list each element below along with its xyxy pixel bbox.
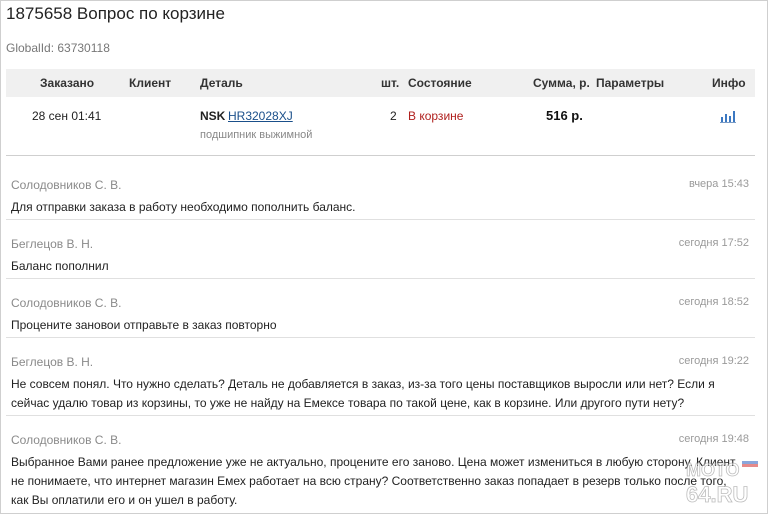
status-badge: В корзине — [408, 109, 464, 123]
col-qty: шт. — [381, 76, 400, 90]
col-info: Инфо — [712, 76, 746, 90]
message-item: Беглецов В. Н. сегодня 19:22 Не совсем п… — [6, 350, 755, 416]
message-item: Солодовников С. В. сегодня 18:52 Процени… — [6, 291, 755, 338]
message-text: Баланс пополнил — [11, 259, 109, 273]
col-part: Деталь — [200, 76, 243, 90]
message-item: Беглецов В. Н. сегодня 17:52 Баланс попо… — [6, 232, 755, 279]
col-client: Клиент — [129, 76, 172, 90]
order-sum: 516 р. — [546, 108, 583, 123]
global-id: GlobalId: 63730118 — [6, 41, 110, 55]
message-author: Солодовников С. В. — [11, 433, 122, 447]
message-text: Проценитe занoвои отправьте в заказ повт… — [11, 318, 277, 332]
part-description: подшипник выжимной — [200, 129, 313, 141]
col-sum: Сумма, р. — [533, 76, 590, 90]
message-time: сегодня 17:52 — [678, 237, 749, 249]
col-ordered: Заказано — [40, 76, 95, 90]
message-author: Солодовников С. В. — [11, 296, 122, 310]
message-text: Выбранное Вами ранее предложение уже не … — [11, 455, 736, 507]
message-author: Беглецов В. Н. — [11, 237, 94, 251]
message-text: Не совсем понял. Что нужно сделать? Дета… — [11, 377, 715, 410]
order-row: 28 сен 01:41 NSK HR32028XJ подшипник выж… — [6, 97, 755, 155]
page-title: 1875658 Вопрос по корзине — [6, 4, 225, 23]
message-author: Беглецов В. Н. — [11, 355, 94, 369]
col-status: Состояние — [408, 76, 472, 90]
order-table-header: Заказано Клиент Деталь шт. Состояние Сум… — [6, 69, 755, 98]
message-item: Солодовников С. В. сегодня 19:48 Выбранн… — [6, 428, 755, 512]
message-text: Для отправки заказа в работу необходимо … — [11, 200, 356, 214]
order-date: 28 сен 01:41 — [32, 109, 102, 123]
col-params: Параметры — [596, 76, 665, 90]
message-time: сегодня 18:52 — [678, 296, 749, 308]
message-time: сегодня 19:22 — [678, 355, 749, 367]
part-brand: NSK — [200, 109, 226, 123]
message-author: Солодовников С. В. — [11, 178, 122, 192]
message-time: вчера 15:43 — [688, 178, 749, 190]
table-divider — [6, 155, 755, 156]
chart-icon[interactable] — [720, 109, 736, 126]
message-item: Солодовников С. В. вчера 15:43 Для отпра… — [6, 173, 755, 220]
part-number-link[interactable]: HR32028XJ — [228, 109, 293, 123]
message-time: сегодня 19:48 — [678, 433, 749, 445]
order-qty: 2 — [390, 109, 397, 123]
